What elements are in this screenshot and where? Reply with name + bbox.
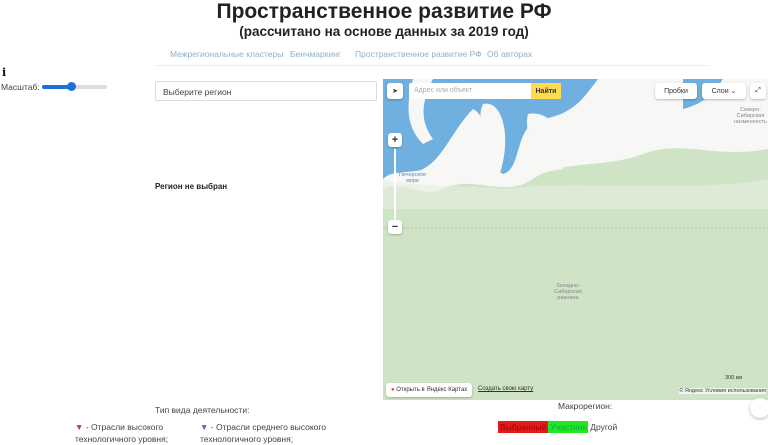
terms-link[interactable]: © Яндекс Условия использования [679, 388, 766, 394]
layers-label: Слои [711, 87, 729, 95]
nav-about[interactable]: Об авторах [487, 49, 532, 59]
layers-button[interactable]: Слои ⌄ [702, 83, 746, 99]
lowland-label: Северо-Сибирская низменность [734, 107, 767, 125]
legend-high-tech: ▼ - Отрасли высокого технологичного уров… [75, 421, 185, 445]
map-terrain [383, 79, 768, 400]
yandex-map[interactable]: ➤ Адрес или объект Найти Пробки Слои ⌄ ⤢… [383, 79, 768, 400]
page-title: Пространственное развитие РФ [216, 0, 552, 23]
badge-selected: Выбранный [498, 421, 549, 433]
activity-type-title: Тип вида деятельности: [155, 405, 250, 415]
zoom-in-button[interactable]: + [388, 133, 402, 147]
scale-bar: 300 км [725, 375, 742, 381]
create-map-link[interactable]: Создать свою карту [478, 386, 533, 392]
nav-clusters[interactable]: Межрегиональные кластеры [170, 49, 283, 59]
nav-spatial-development[interactable]: Пространственное развитие РФ [355, 49, 482, 59]
plain-label: Западно-Сибирская равнина [554, 283, 582, 301]
nav-benchmarking[interactable]: Бенчмаркинг [290, 49, 341, 59]
no-region-text: Регион не выбран [155, 182, 228, 191]
traffic-button[interactable]: Пробки [655, 83, 697, 99]
divider [155, 65, 710, 66]
shield-icon: ▼ [200, 422, 209, 432]
macroregion-legend: Выбранный Участник Другой [498, 421, 619, 433]
legend-medium-high-tech: ▼ - Отрасли среднего высокого технологич… [200, 421, 330, 445]
page-subtitle: (рассчитано на основе данных за 2019 год… [239, 24, 529, 39]
floating-widget-button[interactable] [750, 398, 768, 418]
badge-participant: Участник [548, 421, 589, 433]
legend-label: - Отрасли среднего высокого технологично… [200, 422, 327, 444]
fullscreen-button[interactable]: ⤢ [750, 83, 766, 99]
geolocation-button[interactable]: ➤ [387, 83, 403, 99]
scale-slider[interactable] [42, 82, 107, 91]
address-input[interactable]: Адрес или объект [409, 83, 531, 99]
open-yandex-maps-button[interactable]: ● Открыть в Яндекс Картах [386, 383, 473, 397]
scale-label: Масштаб: [1, 82, 40, 92]
shield-icon: ▼ [75, 422, 84, 432]
slider-thumb[interactable] [67, 82, 77, 91]
zoom-slider[interactable] [394, 149, 396, 224]
macroregion-title: Макрорегион: [558, 401, 613, 411]
legend-label: - Отрасли высокого технологичного уровня… [75, 422, 169, 444]
find-button[interactable]: Найти [531, 83, 561, 99]
traffic-label: Пробки [664, 87, 688, 95]
open-yandex-label: Открыть в Яндекс Картах [396, 387, 468, 393]
sea-label: Печорское море [398, 172, 427, 184]
badge-other: Другой [590, 422, 618, 432]
info-icon[interactable]: i [2, 66, 6, 79]
zoom-out-button[interactable]: − [388, 220, 402, 234]
region-select[interactable]: Выберите регион [155, 81, 377, 101]
